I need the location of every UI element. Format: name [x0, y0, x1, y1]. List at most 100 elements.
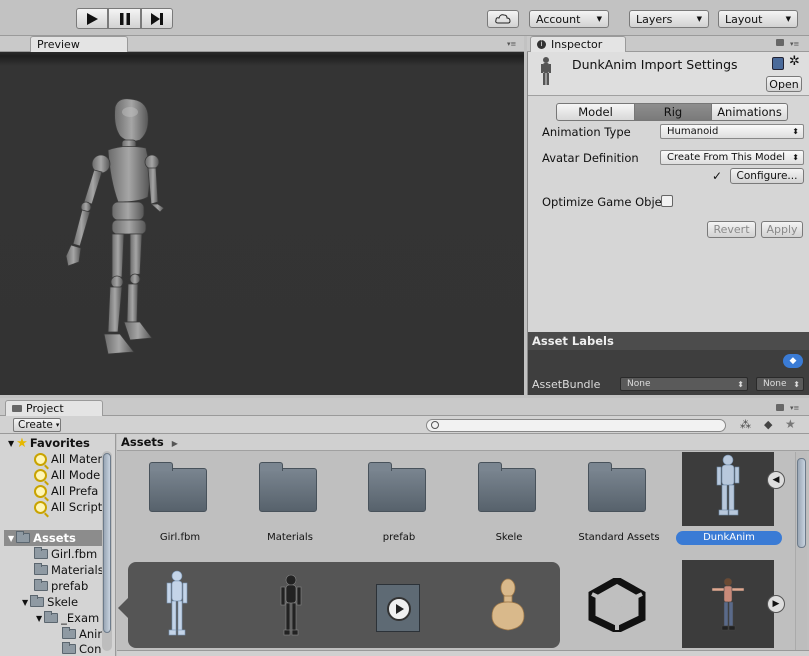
- tree-item-folder[interactable]: ▼ _Exam: [36, 610, 99, 626]
- account-label: Account: [536, 12, 581, 26]
- chevron-updown-icon: ⬍: [792, 153, 799, 162]
- favorites-header[interactable]: ▼ ★ Favorites: [8, 435, 90, 451]
- panel-menu-icon[interactable]: ▾≡: [790, 404, 799, 412]
- layers-label: Layers: [636, 12, 673, 26]
- configure-button[interactable]: Configure...: [730, 168, 804, 184]
- account-dropdown[interactable]: Account ▼: [529, 10, 609, 28]
- asset-folder[interactable]: prefab: [344, 452, 454, 543]
- mesh-subasset-icon[interactable]: [160, 568, 194, 642]
- apply-button[interactable]: Apply: [761, 221, 803, 238]
- bottom-status-bar: [117, 650, 809, 656]
- expand-triangle-icon: ▼: [8, 438, 15, 448]
- avatar-definition-dropdown[interactable]: Create From This Model ⬍: [660, 150, 804, 165]
- tree-item-folder[interactable]: prefab: [34, 578, 88, 594]
- tree-item-folder[interactable]: ▼ Skele: [22, 594, 78, 610]
- tree-item-folder[interactable]: Girl.fbm: [34, 546, 97, 562]
- asset-folder[interactable]: Materials: [235, 452, 345, 543]
- asset-folder[interactable]: Skele: [454, 452, 564, 543]
- configure-button-label: Configure...: [736, 170, 798, 182]
- pause-button[interactable]: [108, 8, 141, 29]
- lock-icon[interactable]: [776, 404, 784, 411]
- tree-item-favorite[interactable]: All Script: [34, 499, 102, 515]
- favorites-star-icon: ★: [16, 435, 28, 451]
- assetbundle-dropdown[interactable]: None ⬍: [620, 377, 748, 391]
- folder-icon: [368, 462, 426, 512]
- asset-dunkanim[interactable]: DunkAnim: [676, 452, 786, 546]
- layers-dropdown[interactable]: Layers ▼: [629, 10, 709, 28]
- tag-icon[interactable]: ◆: [783, 354, 803, 368]
- search-input[interactable]: [443, 420, 713, 431]
- play-button[interactable]: [76, 8, 108, 29]
- unity-logo-icon[interactable]: [588, 578, 646, 632]
- tree-item-favorite[interactable]: All Mode: [34, 467, 100, 483]
- apply-button-label: Apply: [766, 223, 798, 236]
- skeleton-subasset-icon[interactable]: [274, 572, 308, 642]
- tab-inspector[interactable]: i Inspector: [530, 36, 626, 52]
- tab-model[interactable]: Model: [556, 103, 635, 121]
- gear-icon[interactable]: ✲: [789, 54, 800, 69]
- tree-scrollbar[interactable]: [102, 451, 112, 651]
- lock-icon[interactable]: [776, 39, 784, 46]
- subassets-pointer: [118, 598, 128, 618]
- humanoid-model-preview: [65, 98, 165, 355]
- tree-item-favorite[interactable]: All Mater: [34, 451, 102, 467]
- tree-scrollbar-thumb[interactable]: [103, 453, 111, 633]
- tree-item-folder[interactable]: Materials: [34, 562, 104, 578]
- asset-folder[interactable]: Girl.fbm: [125, 452, 235, 543]
- folder-icon: [478, 462, 536, 512]
- expand-subassets-button[interactable]: ▶: [767, 595, 785, 613]
- asset-label: prefab: [382, 532, 416, 543]
- asset-label: DunkAnim: [703, 532, 755, 543]
- create-dropdown[interactable]: Create ▾: [13, 418, 61, 432]
- layout-dropdown[interactable]: Layout ▼: [718, 10, 798, 28]
- favorite-star-icon[interactable]: ★: [785, 417, 796, 431]
- preview-tab-label: Preview: [37, 38, 80, 51]
- grid-scrollbar-thumb[interactable]: [797, 458, 806, 548]
- breadcrumb: Assets ▶: [117, 434, 809, 451]
- expand-triangle-icon: ▼: [8, 533, 15, 543]
- tab-animations[interactable]: Animations: [711, 103, 788, 121]
- tree-label: All Mater: [51, 452, 103, 466]
- tab-preview[interactable]: Preview: [30, 36, 128, 52]
- asset-label: Materials: [267, 532, 313, 543]
- search-field[interactable]: [426, 419, 726, 432]
- inspector-tab-label: Inspector: [551, 38, 603, 51]
- filter-by-type-icon[interactable]: ⁂: [740, 418, 751, 431]
- preview-viewport[interactable]: [0, 52, 524, 395]
- panel-menu-icon[interactable]: ▾≡: [507, 40, 516, 48]
- search-icon: [34, 484, 47, 498]
- avatar-definition-label: Avatar Definition: [542, 151, 639, 165]
- avatar-subasset-icon[interactable]: [488, 576, 528, 636]
- character-prefab-thumbnail[interactable]: [682, 560, 774, 648]
- tree-item-favorite[interactable]: All Prefa: [34, 483, 98, 499]
- cloud-button[interactable]: [487, 10, 519, 28]
- open-button-label: Open: [769, 77, 799, 91]
- avatar-valid-checkmark-icon: ✓: [712, 169, 723, 183]
- open-button[interactable]: Open: [766, 76, 802, 92]
- breadcrumb-assets[interactable]: Assets: [121, 435, 164, 449]
- panel-menu-icon[interactable]: ▾≡: [790, 40, 799, 48]
- layout-label: Layout: [725, 12, 763, 26]
- folder-icon: [62, 627, 76, 639]
- tab-rig[interactable]: Rig: [634, 103, 712, 121]
- collapse-subassets-button[interactable]: ◀: [767, 471, 785, 489]
- tab-project[interactable]: Project: [5, 400, 103, 416]
- tree-item-folder[interactable]: Anir: [62, 626, 102, 642]
- grid-scrollbar[interactable]: [795, 452, 807, 652]
- asset-labels-title: Asset Labels: [532, 334, 614, 348]
- folder-icon: [34, 563, 48, 575]
- revert-button[interactable]: Revert: [707, 221, 756, 238]
- optimize-game-objects-checkbox[interactable]: [661, 195, 673, 207]
- animation-type-dropdown[interactable]: Humanoid ⬍: [660, 124, 804, 139]
- help-book-icon[interactable]: [772, 57, 784, 70]
- assets-header[interactable]: ▼ Assets: [8, 530, 76, 546]
- tab-animations-label: Animations: [717, 105, 782, 119]
- model-thumbnail-icon: [541, 57, 551, 85]
- step-button[interactable]: [141, 8, 173, 29]
- filter-by-label-icon[interactable]: ◆: [764, 418, 772, 431]
- tree-item-folder[interactable]: Con: [62, 641, 101, 656]
- animation-clip-icon[interactable]: [376, 584, 420, 632]
- assetbundle-variant-dropdown[interactable]: None ⬍: [756, 377, 804, 391]
- project-tabbar: [0, 398, 809, 416]
- asset-folder[interactable]: Standard Assets: [564, 452, 674, 543]
